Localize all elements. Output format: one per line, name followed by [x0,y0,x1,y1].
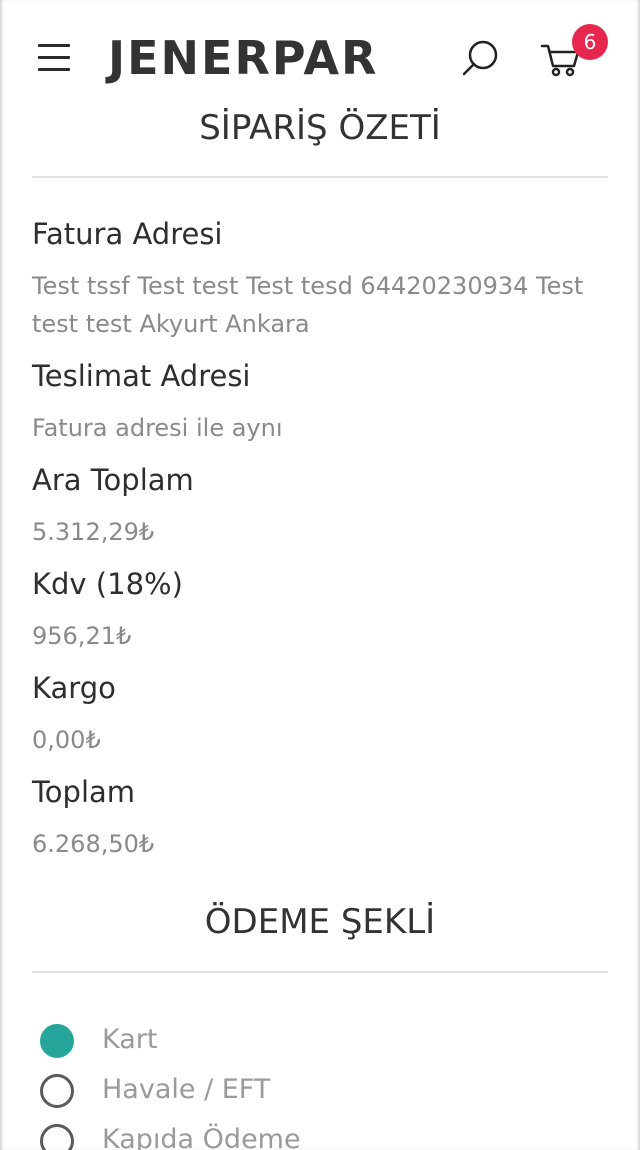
payment-method-title: ÖDEME ŞEKLİ [204,902,436,942]
vat-label: Kdv (18%) [32,567,183,601]
radio-transfer[interactable] [40,1074,74,1108]
cart-count-badge: 6 [572,24,608,60]
site-header: JENERPAR 6 [0,0,640,112]
total-label: Toplam [32,775,136,809]
summary-divider [32,176,608,178]
payment-option-label: Kapıda Ödeme [102,1124,301,1150]
payment-option-cash-on-delivery[interactable]: Kapıda Ödeme [38,1122,438,1150]
payment-option-card[interactable]: Kart [38,1022,438,1062]
payment-option-label: Havale / EFT [102,1074,271,1105]
hamburger-icon[interactable] [34,40,74,74]
payment-divider [32,971,608,973]
subtotal-value: 5.312,29₺ [32,518,155,546]
shipping-address-value: Fatura adresi ile aynı [32,414,283,442]
order-summary-title: SİPARİŞ ÖZETİ [199,108,441,148]
billing-address-value: Test tssf Test test Test tesd 6442023093… [32,272,584,338]
checkout-page: JENERPAR 6 SİPARİŞ ÖZETİ Fatura Adresi T… [0,0,640,1150]
shipping-address-label: Teslimat Adresi [32,359,251,393]
billing-address-label: Fatura Adresi [32,217,223,251]
radio-cash-on-delivery[interactable] [40,1124,74,1150]
payment-option-transfer[interactable]: Havale / EFT [38,1072,438,1112]
search-icon[interactable] [458,36,504,82]
total-value: 6.268,50₺ [32,830,155,858]
payment-option-label: Kart [102,1024,158,1055]
site-logo[interactable]: JENERPAR [108,28,378,88]
cargo-label: Kargo [32,671,116,705]
subtotal-label: Ara Toplam [32,463,194,497]
vat-value: 956,21₺ [32,622,132,650]
cargo-value: 0,00₺ [32,726,101,754]
radio-card[interactable] [40,1024,74,1058]
